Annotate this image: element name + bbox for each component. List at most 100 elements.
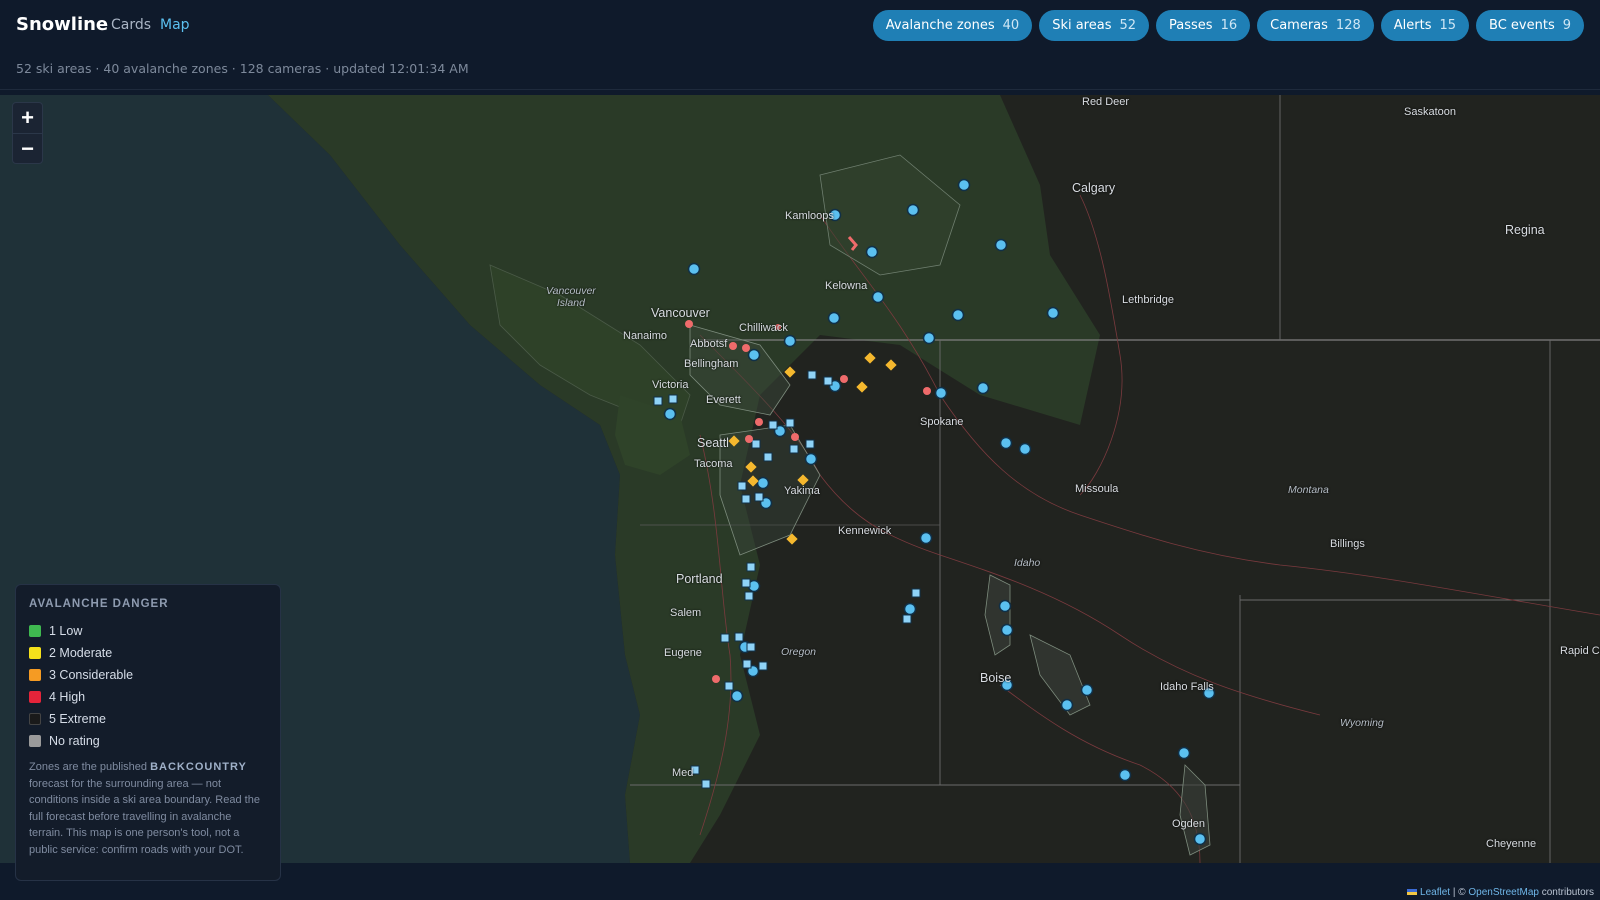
alert-marker[interactable] bbox=[712, 675, 720, 683]
map-label-rapid-city: Rapid Ci bbox=[1560, 645, 1600, 657]
leaflet-link[interactable]: Leaflet bbox=[1420, 887, 1450, 898]
camera-marker[interactable] bbox=[741, 578, 751, 588]
ski-area-marker[interactable] bbox=[804, 452, 818, 466]
pill-alerts[interactable]: Alerts 15 bbox=[1380, 10, 1470, 41]
camera-marker[interactable] bbox=[737, 481, 747, 491]
pill-count: 9 bbox=[1562, 18, 1571, 33]
map-label-victoria: Victoria bbox=[652, 379, 689, 391]
camera-marker[interactable] bbox=[724, 681, 734, 691]
ski-area-marker[interactable] bbox=[865, 245, 879, 259]
camera-marker[interactable] bbox=[742, 659, 752, 669]
map-label-cheyenne: Cheyenne bbox=[1486, 838, 1537, 850]
camera-marker[interactable] bbox=[758, 661, 768, 671]
ski-area-marker[interactable] bbox=[663, 407, 677, 421]
ski-area-marker[interactable] bbox=[999, 436, 1013, 450]
ski-area-marker[interactable] bbox=[1060, 698, 1074, 712]
camera-marker[interactable] bbox=[720, 633, 730, 643]
alert-marker[interactable] bbox=[755, 418, 763, 426]
alert-marker[interactable] bbox=[923, 387, 931, 395]
camera-marker[interactable] bbox=[785, 418, 795, 428]
map-label-spokane: Spokane bbox=[920, 416, 964, 428]
legend-label: 4 High bbox=[49, 690, 86, 704]
map-label-regina: Regina bbox=[1505, 223, 1545, 237]
zoom-in-button[interactable]: + bbox=[13, 103, 42, 133]
camera-marker[interactable] bbox=[741, 494, 751, 504]
map-label-abbotsford: Abbotsf bbox=[690, 338, 728, 350]
camera-marker[interactable] bbox=[754, 492, 764, 502]
legend-item-high: 4 High bbox=[29, 686, 267, 708]
ski-area-marker[interactable] bbox=[827, 311, 841, 325]
pill-avalanche-zones[interactable]: Avalanche zones 40 bbox=[872, 10, 1033, 41]
ski-area-marker[interactable] bbox=[1193, 832, 1207, 846]
camera-marker[interactable] bbox=[668, 394, 678, 404]
ski-area-marker[interactable] bbox=[1046, 306, 1060, 320]
ski-area-marker[interactable] bbox=[1118, 768, 1132, 782]
ski-area-marker[interactable] bbox=[783, 334, 797, 348]
ski-area-marker[interactable] bbox=[747, 348, 761, 362]
pill-ski-areas[interactable]: Ski areas 52 bbox=[1039, 10, 1150, 41]
camera-marker[interactable] bbox=[701, 779, 711, 789]
camera-marker[interactable] bbox=[911, 588, 921, 598]
camera-marker[interactable] bbox=[746, 562, 756, 572]
camera-marker[interactable] bbox=[823, 376, 833, 386]
pill-bc-events[interactable]: BC events 9 bbox=[1476, 10, 1584, 41]
map-label-bellingham: Bellingham bbox=[684, 358, 739, 370]
ski-area-marker[interactable] bbox=[871, 290, 885, 304]
nav-cards[interactable]: Cards bbox=[111, 17, 151, 33]
map-label-idaho-falls: Idaho Falls bbox=[1160, 681, 1214, 693]
camera-marker[interactable] bbox=[902, 614, 912, 624]
ski-area-marker[interactable] bbox=[998, 599, 1012, 613]
map-label-wyoming: Wyoming bbox=[1340, 717, 1384, 729]
camera-marker[interactable] bbox=[789, 444, 799, 454]
ski-area-marker[interactable] bbox=[957, 178, 971, 192]
legend-item-moderate: 2 Moderate bbox=[29, 642, 267, 664]
camera-marker[interactable] bbox=[807, 370, 817, 380]
ski-area-marker[interactable] bbox=[994, 238, 1008, 252]
alert-marker[interactable] bbox=[745, 435, 753, 443]
camera-marker[interactable] bbox=[653, 396, 663, 406]
map-attribution: Leaflet | © OpenStreetMap contributors bbox=[1407, 887, 1594, 898]
osm-link[interactable]: OpenStreetMap bbox=[1468, 887, 1539, 898]
ski-area-marker[interactable] bbox=[951, 308, 965, 322]
ski-area-marker[interactable] bbox=[1177, 746, 1191, 760]
ski-area-marker[interactable] bbox=[756, 476, 770, 490]
ski-area-marker[interactable] bbox=[919, 531, 933, 545]
ski-area-marker[interactable] bbox=[1080, 683, 1094, 697]
map-label-nanaimo: Nanaimo bbox=[623, 330, 668, 342]
camera-marker[interactable] bbox=[805, 439, 815, 449]
ski-area-marker[interactable] bbox=[903, 602, 917, 616]
ski-area-marker[interactable] bbox=[1018, 442, 1032, 456]
ski-area-marker[interactable] bbox=[934, 386, 948, 400]
alert-marker[interactable] bbox=[685, 320, 693, 328]
camera-marker[interactable] bbox=[734, 632, 744, 642]
pill-passes[interactable]: Passes 16 bbox=[1156, 10, 1251, 41]
pill-label: Cameras bbox=[1270, 18, 1328, 33]
status-summary: 52 ski areas · 40 avalanche zones · 128 … bbox=[16, 61, 469, 76]
ski-area-marker[interactable] bbox=[976, 381, 990, 395]
ski-area-marker[interactable] bbox=[922, 331, 936, 345]
legend-item-low: 1 Low bbox=[29, 620, 267, 642]
map-label-red-deer: Red Deer bbox=[1082, 96, 1130, 108]
legend-item-no-rating: No rating bbox=[29, 730, 267, 752]
camera-marker[interactable] bbox=[746, 642, 756, 652]
map-label-seattle: Seattl bbox=[697, 436, 729, 450]
zoom-out-button[interactable]: − bbox=[13, 133, 42, 163]
map-label-portland: Portland bbox=[676, 572, 723, 586]
alert-marker[interactable] bbox=[840, 375, 848, 383]
camera-marker[interactable] bbox=[751, 439, 761, 449]
camera-marker[interactable] bbox=[763, 452, 773, 462]
alert-marker[interactable] bbox=[742, 344, 750, 352]
pill-cameras[interactable]: Cameras 128 bbox=[1257, 10, 1374, 41]
alert-marker[interactable] bbox=[729, 342, 737, 350]
alert-marker[interactable] bbox=[791, 433, 799, 441]
ski-area-marker[interactable] bbox=[730, 689, 744, 703]
ski-area-marker[interactable] bbox=[687, 262, 701, 276]
brand-logo[interactable]: Snowline bbox=[16, 14, 108, 35]
camera-marker[interactable] bbox=[744, 591, 754, 601]
map-label-vancouver-island: Vancouver Island bbox=[546, 285, 596, 309]
ski-area-marker[interactable] bbox=[906, 203, 920, 217]
ski-area-marker[interactable] bbox=[1000, 623, 1014, 637]
nav-map[interactable]: Map bbox=[160, 17, 190, 33]
pill-label: Ski areas bbox=[1052, 18, 1112, 33]
camera-marker[interactable] bbox=[768, 420, 778, 430]
